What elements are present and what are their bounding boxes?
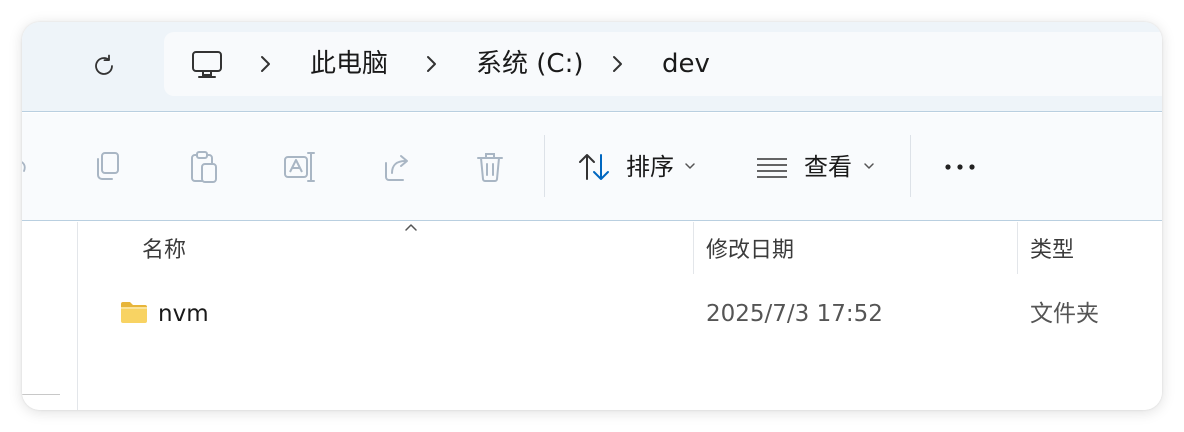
share-icon[interactable] xyxy=(378,149,414,185)
refresh-button[interactable] xyxy=(84,46,124,86)
computer-icon[interactable] xyxy=(190,48,224,82)
more-icon[interactable] xyxy=(942,149,978,185)
breadcrumb-dev[interactable]: dev xyxy=(662,48,710,80)
new-item-icon[interactable] xyxy=(22,159,30,173)
sort-ascending-caret-icon xyxy=(405,224,417,231)
column-header-name[interactable]: 名称 xyxy=(142,236,186,266)
refresh-icon xyxy=(95,54,113,75)
file-type: 文件夹 xyxy=(1030,301,1099,327)
file-name[interactable]: nvm xyxy=(158,299,209,329)
chevron-right-icon[interactable] xyxy=(256,52,276,76)
chevron-right-icon[interactable] xyxy=(608,52,628,76)
command-bar: 排序 查看 xyxy=(22,113,1162,221)
paste-icon[interactable] xyxy=(186,149,222,185)
folder-icon[interactable] xyxy=(120,300,148,324)
copy-icon[interactable] xyxy=(90,149,126,185)
sort-icon[interactable] xyxy=(576,149,612,185)
column-header-type[interactable]: 类型 xyxy=(1030,236,1074,266)
nav-pane-divider xyxy=(22,394,60,395)
toolbar-divider xyxy=(910,135,911,197)
view-list-icon[interactable] xyxy=(754,149,790,185)
toolbar-divider xyxy=(544,135,545,197)
chevron-down-icon[interactable] xyxy=(863,161,875,171)
breadcrumb-system-drive[interactable]: 系统 (C:) xyxy=(476,48,583,80)
rename-icon[interactable] xyxy=(282,149,318,185)
file-explorer-window: 此电脑 系统 (C:) dev 排序 查看 名称 修改日期 类型 nvm 202… xyxy=(22,22,1162,410)
breadcrumb-this-pc[interactable]: 此电脑 xyxy=(310,48,388,80)
content-area: 名称 修改日期 类型 nvm 2025/7/3 17:52 文件夹 xyxy=(22,222,1162,410)
address-box[interactable]: 此电脑 系统 (C:) dev xyxy=(164,32,1162,96)
navigation-pane[interactable] xyxy=(22,222,78,410)
view-button[interactable]: 查看 xyxy=(804,151,852,183)
sort-button[interactable]: 排序 xyxy=(626,151,674,183)
address-bar-row: 此电脑 系统 (C:) dev xyxy=(22,22,1162,112)
column-divider[interactable] xyxy=(1017,222,1018,274)
chevron-right-icon[interactable] xyxy=(422,52,442,76)
column-header-modified[interactable]: 修改日期 xyxy=(706,236,794,266)
chevron-down-icon[interactable] xyxy=(684,161,696,171)
column-divider[interactable] xyxy=(693,222,694,274)
file-modified-date: 2025/7/3 17:52 xyxy=(706,301,883,327)
trash-icon[interactable] xyxy=(472,149,508,185)
